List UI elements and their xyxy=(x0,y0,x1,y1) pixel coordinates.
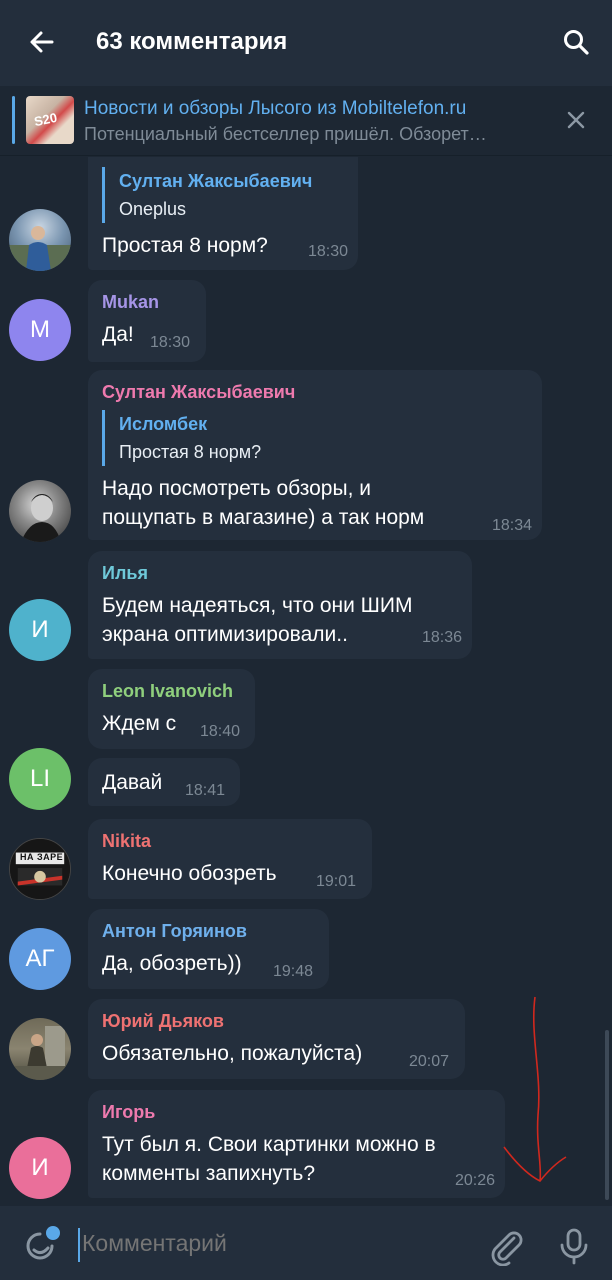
message-text: комменты запихнуть? xyxy=(102,1162,316,1185)
message-time: 20:26 xyxy=(454,1172,495,1189)
avatar-initials: АГ xyxy=(25,945,55,972)
pinned-thumb-text: S20 xyxy=(32,109,59,130)
voice-record-button[interactable] xyxy=(554,1226,594,1266)
attach-button[interactable] xyxy=(486,1226,526,1267)
page-title: 63 комментария xyxy=(96,28,288,55)
sender-name[interactable]: Юрий Дьяков xyxy=(102,1011,224,1032)
message-time: 18:41 xyxy=(185,782,226,799)
reply-quote[interactable]: Исломбек Простая 8 норм? xyxy=(102,410,261,466)
avatar[interactable] xyxy=(9,480,71,542)
message-time: 18:36 xyxy=(421,629,462,646)
top-app-bar: 63 комментария xyxy=(0,0,612,86)
message-time: 20:07 xyxy=(409,1053,450,1070)
message-time: 18:30 xyxy=(150,334,191,351)
sender-name[interactable]: Игорь xyxy=(102,1102,155,1123)
avatar-initials: И xyxy=(31,1154,49,1181)
message-text: Простая 8 норм? xyxy=(102,234,268,257)
message-text: Давай xyxy=(102,771,163,794)
pinned-indicator xyxy=(12,96,15,144)
pinned-title: Новости и обзоры Лысого из Mobiltelefon.… xyxy=(84,98,467,119)
comments-list[interactable]: Султан Жаксыбаевич Oneplus Простая 8 нор… xyxy=(0,157,612,1206)
message-time: 18:34 xyxy=(491,517,532,534)
message-text: пощупать в магазине) а так норм xyxy=(102,506,425,529)
emoji-button[interactable] xyxy=(22,1224,62,1264)
scrollbar[interactable] xyxy=(605,1030,609,1200)
text-cursor xyxy=(78,1228,80,1262)
message-bubble[interactable]: Султан Жаксыбаевич Oneplus Простая 8 нор… xyxy=(88,157,358,270)
quote-text: Oneplus xyxy=(119,199,187,219)
avatar[interactable]: M xyxy=(9,299,71,361)
message-bubble[interactable]: Nikita Конечно обозреть 19:01 xyxy=(88,819,372,899)
message-bubble[interactable]: Юрий Дьяков Обязательно, пожалуйста) 20:… xyxy=(88,999,465,1079)
sender-name[interactable]: Nikita xyxy=(102,831,151,852)
message-time: 18:40 xyxy=(200,723,241,740)
avatar[interactable]: И xyxy=(9,1137,71,1199)
message-text: Да, обозреть)) xyxy=(102,952,242,975)
sender-name[interactable]: Leon Ivanovich xyxy=(102,681,233,702)
message-text: Ждем с xyxy=(102,712,177,735)
message-bubble[interactable]: Антон Горяинов Да, обозреть)) 19:48 xyxy=(88,909,329,989)
comment-input-bar xyxy=(0,1206,612,1280)
sender-name[interactable]: Mukan xyxy=(102,292,159,313)
avatar-initials: И xyxy=(31,616,49,643)
message-text: экрана оптимизировали.. xyxy=(102,623,348,646)
reply-quote[interactable]: Султан Жаксыбаевич Oneplus xyxy=(102,167,312,223)
back-button[interactable] xyxy=(24,24,60,60)
avatar[interactable]: LI xyxy=(9,748,71,810)
message-text: Надо посмотреть обзоры, и xyxy=(102,477,371,500)
person-photo-icon xyxy=(21,494,61,542)
avatar[interactable]: И xyxy=(9,599,71,661)
sender-name[interactable]: Султан Жаксыбаевич xyxy=(102,382,295,403)
message-text: Обязательно, пожалуйста) xyxy=(102,1042,363,1065)
paperclip-icon xyxy=(491,1231,523,1267)
message-time: 19:48 xyxy=(273,963,314,980)
message-bubble[interactable]: Игорь Тут был я. Свои картинки можно в к… xyxy=(88,1090,505,1198)
message-bubble[interactable]: Leon Ivanovich Ждем с 18:40 xyxy=(88,669,255,749)
sender-name[interactable]: Илья xyxy=(102,563,148,584)
person-photo-icon xyxy=(9,1026,71,1080)
quote-author: Исломбек xyxy=(119,414,208,434)
message-bubble[interactable]: Давай 18:41 xyxy=(88,758,240,806)
sender-name[interactable]: Антон Горяинов xyxy=(102,921,247,942)
comment-input[interactable] xyxy=(82,1230,462,1257)
avatar[interactable] xyxy=(9,1018,71,1080)
pinned-close-button[interactable] xyxy=(562,106,590,134)
sticker-emoji-icon xyxy=(26,1226,60,1260)
message-time: 19:01 xyxy=(316,873,357,890)
message-text: Конечно обозреть xyxy=(102,862,277,885)
message-text: Да! xyxy=(102,323,134,346)
pinned-thumbnail: S20 xyxy=(26,96,74,144)
message-bubble[interactable]: Султан Жаксыбаевич Исломбек Простая 8 но… xyxy=(88,370,542,540)
person-photo-icon xyxy=(9,226,71,271)
microphone-icon xyxy=(560,1228,588,1265)
quote-text: Простая 8 норм? xyxy=(119,442,262,462)
search-button[interactable] xyxy=(558,24,594,60)
message-time: 18:30 xyxy=(307,243,348,260)
avatar-initials: M xyxy=(30,316,50,343)
pinned-post-banner[interactable]: S20 Новости и обзоры Лысого из Mobiltele… xyxy=(0,86,612,156)
avatar[interactable]: АГ xyxy=(9,928,71,990)
close-icon xyxy=(567,111,585,129)
avatar-caption: НА ЗАРЕ xyxy=(20,852,64,862)
message-bubble[interactable]: Mukan Да! 18:30 xyxy=(88,280,206,362)
message-text: Тут был я. Свои картинки можно в xyxy=(102,1133,436,1156)
arrow-left-icon xyxy=(30,31,54,53)
quote-author: Султан Жаксыбаевич xyxy=(119,171,313,191)
message-text: Будем надеяться, что они ШИМ xyxy=(102,594,413,617)
avatar[interactable]: НА ЗАРЕ xyxy=(9,838,71,900)
avatar-initials: LI xyxy=(29,765,50,792)
avatar[interactable] xyxy=(9,209,71,271)
pinned-subtitle: Потенциальный бестселлер пришёл. Обзорет… xyxy=(84,124,487,144)
message-bubble[interactable]: Илья Будем надеяться, что они ШИМ экрана… xyxy=(88,551,472,659)
search-icon xyxy=(564,30,589,55)
album-cover-icon xyxy=(10,839,70,899)
